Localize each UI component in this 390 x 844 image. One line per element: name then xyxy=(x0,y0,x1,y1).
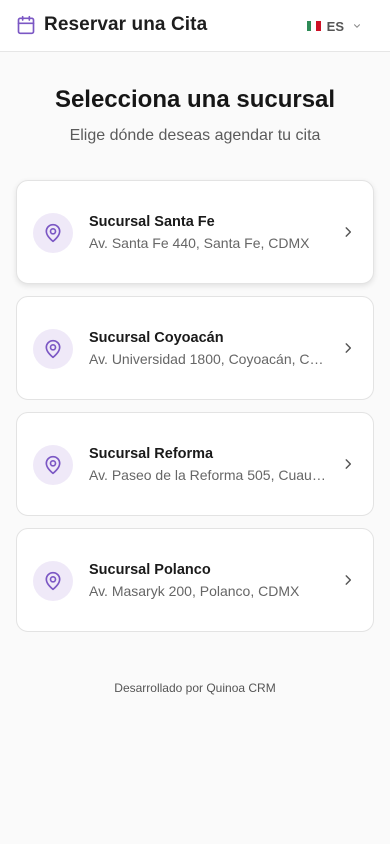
branch-card[interactable]: Sucursal Reforma Av. Paseo de la Reforma… xyxy=(16,412,374,516)
chevron-right-icon xyxy=(345,227,352,237)
chevron-right-icon xyxy=(345,343,352,353)
branch-address: Av. Santa Fe 440, Santa Fe, CDMX xyxy=(89,235,310,251)
location-pin-badge xyxy=(33,213,73,253)
section-heading: Selecciona una sucursal xyxy=(54,86,336,113)
branch-card[interactable]: Sucursal Polanco Av. Masaryk 200, Polanc… xyxy=(16,528,374,632)
location-pin-badge xyxy=(33,445,73,485)
calendar-icon xyxy=(17,15,35,35)
location-pin-icon xyxy=(45,339,61,359)
branch-address: Av. Masaryk 200, Polanco, CDMX xyxy=(89,583,300,599)
branch-card[interactable]: Sucursal Coyoacán Av. Universidad 1800, … xyxy=(16,296,374,400)
app-header: Reservar una Cita ES xyxy=(0,0,390,52)
branch-address: Av. Universidad 1800, Coyoacán, CDMX xyxy=(89,351,329,367)
footer-credit: Desarrollado por Quinoa CRM xyxy=(114,681,276,695)
branch-name: Sucursal Reforma xyxy=(89,446,214,462)
location-pin-badge xyxy=(33,329,73,369)
location-pin-icon xyxy=(45,571,61,591)
chevron-right-icon xyxy=(345,459,352,469)
chevron-right-icon xyxy=(345,575,352,585)
language-selector[interactable]: ES xyxy=(306,17,362,35)
location-pin-icon xyxy=(45,455,61,475)
branch-name: Sucursal Santa Fe xyxy=(89,214,215,230)
chevron-down-icon xyxy=(353,24,361,28)
branch-card[interactable]: Sucursal Santa Fe Av. Santa Fe 440, Sant… xyxy=(16,180,374,284)
branch-name: Sucursal Polanco xyxy=(89,562,211,578)
page-title: Reservar una Cita xyxy=(44,14,208,35)
location-pin-icon xyxy=(45,223,61,243)
location-pin-badge xyxy=(33,561,73,601)
section-subheading: Elige dónde deseas agendar tu cita xyxy=(69,127,321,144)
language-code: ES xyxy=(326,18,344,34)
branch-name: Sucursal Coyoacán xyxy=(89,330,224,346)
branch-address: Av. Paseo de la Reforma 505, Cuauhtémoc,… xyxy=(89,467,329,483)
mexico-flag-icon xyxy=(306,21,321,31)
